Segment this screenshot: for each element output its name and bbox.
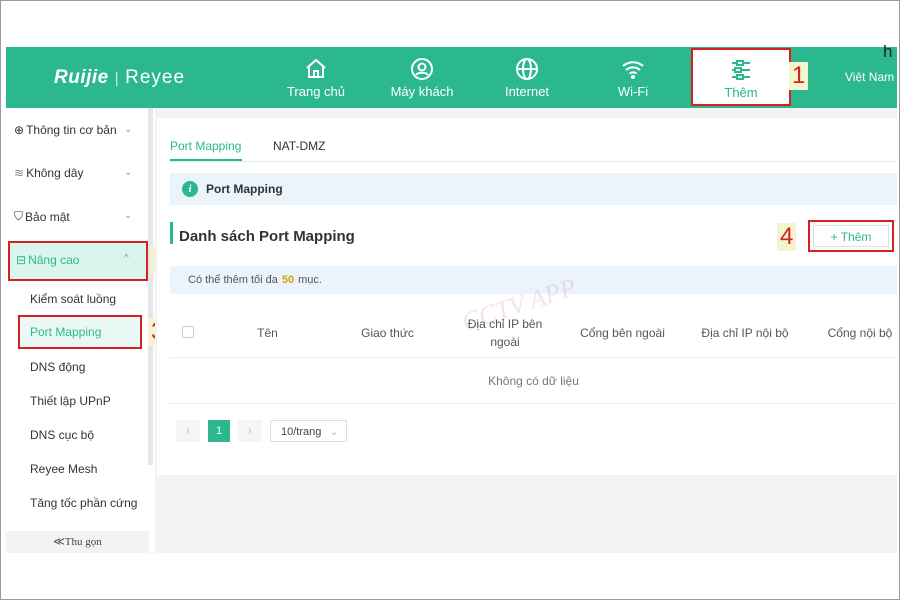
chevron-down-icon: ⌄ <box>124 210 133 221</box>
info-icon: i <box>182 181 198 197</box>
next-page-button[interactable]: › <box>238 420 262 442</box>
chevron-up-icon: ^ <box>124 253 129 264</box>
globe-icon: ⊕ <box>14 123 25 137</box>
sidebar: ⊕ Thông tin cơ bản ⌄ ≋ Không dây ⌄ ⛉ Bảo mậ… <box>6 108 149 553</box>
nav-label: Internet <box>504 84 550 99</box>
chevron-down-icon: ⌄ <box>124 124 133 135</box>
nav-label: Trang chủ <box>286 84 346 99</box>
sidebar-sub-local-dns[interactable]: DNS cục bộ <box>30 428 94 442</box>
nav-label: Máy khách <box>390 84 454 99</box>
page-size-select[interactable]: 10/trang ⌄ <box>270 420 347 442</box>
select-all-checkbox[interactable] <box>182 326 194 338</box>
collapse-sidebar-button[interactable]: ≪Thu gọn <box>6 531 149 553</box>
annotation-1: 1 <box>789 62 809 90</box>
corner-letter: h <box>883 42 893 61</box>
wifi-icon <box>622 61 644 79</box>
list-title: Danh sách Port Mapping <box>179 228 355 245</box>
sidebar-sub-reyee-mesh[interactable]: Reyee Mesh <box>30 462 97 476</box>
nav-wifi[interactable]: Wi-Fi <box>583 47 683 108</box>
annotation-4: 4 <box>777 223 797 251</box>
sidebar-sub-hw-accel[interactable]: Tăng tốc phần cứng <box>30 496 137 510</box>
main-content: Port Mapping NAT-DMZ i Port Mapping Danh … <box>155 108 897 553</box>
nav-home[interactable]: Trang chủ <box>266 47 366 108</box>
wifi-icon: ≋ <box>14 166 25 180</box>
sidebar-item-label: Bảo mật <box>25 209 70 224</box>
nav-clients[interactable]: Máy khách <box>372 47 472 108</box>
active-tab-underline <box>170 159 242 161</box>
info-banner: i Port Mapping <box>170 173 897 205</box>
column-header: Tên <box>257 326 278 340</box>
nav-label: Wi-Fi <box>617 84 649 99</box>
sidebar-sub-port-mapping[interactable]: Port Mapping <box>18 315 142 349</box>
chevron-down-icon: ⌄ <box>124 167 133 178</box>
sidebar-item-advanced[interactable]: ⊟ Nâng cao ^ <box>8 241 148 281</box>
column-header: Địa chỉ IP nội bộ <box>701 326 789 340</box>
nav-more[interactable]: Thêm <box>691 48 791 106</box>
max-count: 50 <box>281 274 295 286</box>
sidebar-sub-upnp[interactable]: Thiết lập UPnP <box>30 394 111 408</box>
tab-divider <box>170 161 897 162</box>
sidebar-item-label: Nâng cao <box>28 253 80 267</box>
sidebar-item-label: Không dây <box>26 166 84 180</box>
sidebar-item-basic-info[interactable]: ⊕ Thông tin cơ bản <box>14 123 117 137</box>
sidebar-sub-ddns[interactable]: DNS động <box>30 360 85 374</box>
sidebar-scrollbar[interactable] <box>148 108 153 465</box>
column-header: Giao thức <box>361 326 414 340</box>
tab-nat-dmz[interactable]: NAT-DMZ <box>273 139 325 153</box>
sidebar-item-label: Thông tin cơ bản <box>26 123 117 137</box>
nav-internet[interactable]: Internet <box>477 47 577 108</box>
title-accent <box>170 222 173 244</box>
nav-label: Thêm <box>724 85 758 100</box>
chevron-down-icon: ⌄ <box>329 426 339 438</box>
globe-icon <box>516 58 538 80</box>
ruijie-reyee-logo: Ruijie | Reyee <box>54 67 186 88</box>
sidebar-item-wireless[interactable]: ≋ Không dây <box>14 166 83 180</box>
prev-page-button[interactable]: ‹ <box>176 420 200 442</box>
empty-table-message: Không có dữ liệu <box>170 359 897 404</box>
toolbox-icon: ⊟ <box>16 253 27 267</box>
column-header: Cổng bên ngoài <box>580 326 665 340</box>
language-selector[interactable]: Việt Nam <box>845 70 894 84</box>
add-button-label: + Thêm <box>813 225 889 247</box>
add-button[interactable]: + Thêm <box>808 220 894 252</box>
column-header: Cổng nội bộ <box>827 326 893 340</box>
sidebar-item-security[interactable]: ⛉ Bảo mật <box>14 209 70 224</box>
sliders-icon <box>732 60 750 80</box>
sidebar-sub-flow-control[interactable]: Kiểm soát luồng <box>30 292 116 306</box>
home-icon <box>306 58 326 78</box>
tab-port-mapping[interactable]: Port Mapping <box>170 139 241 153</box>
shield-icon: ⛉ <box>14 209 24 223</box>
page-1-button[interactable]: 1 <box>208 420 230 442</box>
user-icon <box>411 58 433 80</box>
info-title: Port Mapping <box>206 182 283 196</box>
top-nav-bar: Ruijie | Reyee Trang chủ Máy khách Interne… <box>6 47 897 108</box>
